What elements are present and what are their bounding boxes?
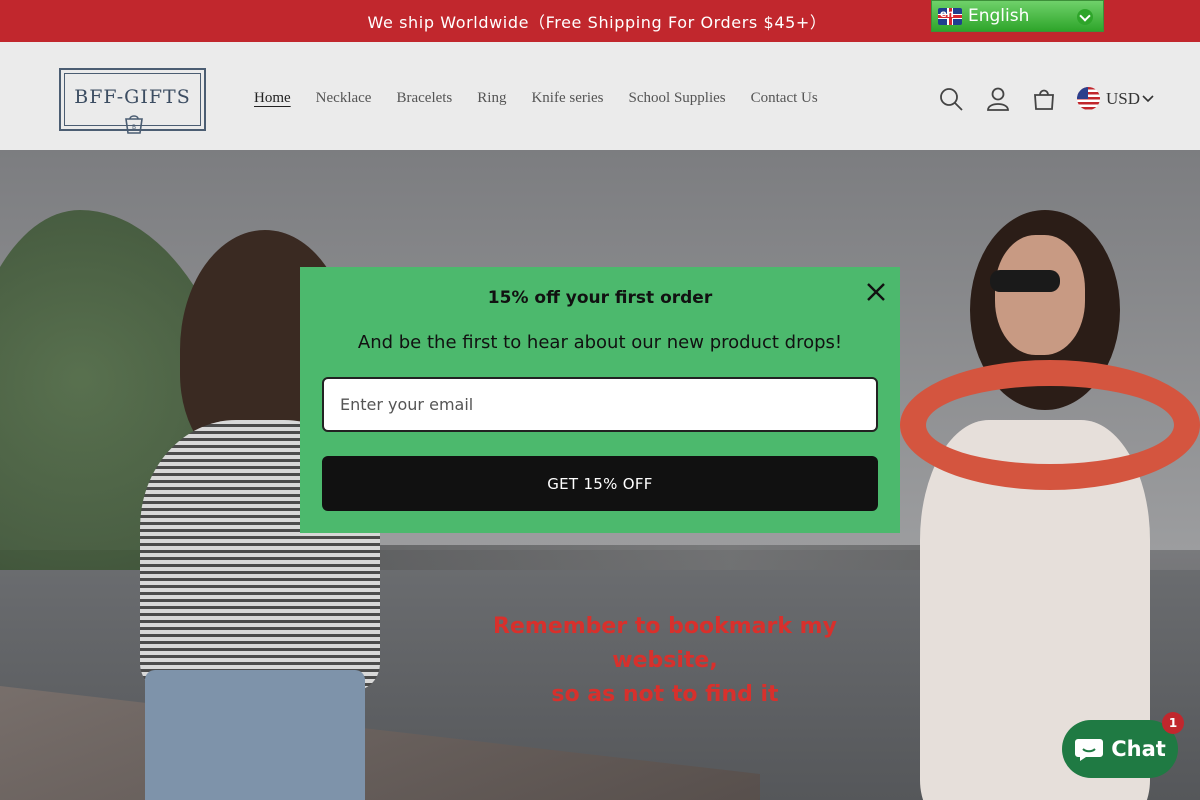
hero-note: Remember to bookmark my website, so as n…: [440, 610, 890, 712]
language-label: English: [968, 6, 1030, 26]
nav-bracelets[interactable]: Bracelets: [396, 90, 452, 107]
popup-title: 15% off your first order: [487, 288, 713, 308]
hero-note-line1: Remember to bookmark my website,: [493, 614, 837, 673]
email-field[interactable]: [322, 377, 878, 432]
nav-home[interactable]: Home: [254, 90, 291, 107]
nav-contact-us[interactable]: Contact Us: [751, 90, 818, 107]
account-icon[interactable]: [985, 86, 1011, 112]
currency-selector[interactable]: USD: [1077, 87, 1154, 110]
chat-bubble-icon: [1075, 739, 1104, 761]
nav-knife-series[interactable]: Knife series: [531, 90, 603, 107]
get-discount-button[interactable]: GET 15% OFF: [322, 456, 878, 511]
svg-text:B: B: [132, 124, 136, 131]
nav-necklace[interactable]: Necklace: [316, 90, 372, 107]
cart-icon[interactable]: [1031, 86, 1057, 112]
logo-text: BFF-GIFTS: [74, 86, 191, 108]
currency-label: USD: [1106, 88, 1141, 108]
announcement-text: We ship Worldwide（Free Shipping For Orde…: [367, 13, 827, 32]
uk-flag-icon: en: [938, 7, 962, 25]
close-icon[interactable]: [863, 279, 889, 305]
hero-person-right: [880, 200, 1200, 800]
main-navigation: Home Necklace Bracelets Ring Knife serie…: [254, 90, 843, 107]
site-logo[interactable]: BFF-GIFTS B: [59, 68, 206, 134]
search-icon[interactable]: [938, 86, 964, 112]
gift-bag-icon: B: [125, 115, 143, 134]
us-flag-icon: [1077, 87, 1100, 110]
hero-note-line2: so as not to find it: [551, 682, 779, 707]
chevron-down-icon: [1077, 9, 1093, 25]
language-selector[interactable]: en English: [931, 0, 1104, 32]
chat-label: Chat: [1111, 737, 1166, 761]
chat-button[interactable]: Chat: [1062, 720, 1178, 778]
discount-popup: 15% off your first order And be the firs…: [300, 267, 900, 533]
chat-notification-badge: 1: [1162, 712, 1184, 734]
chevron-down-icon: [1142, 94, 1154, 102]
popup-subtitle: And be the first to hear about our new p…: [357, 332, 843, 353]
nav-ring[interactable]: Ring: [477, 90, 506, 107]
site-header: BFF-GIFTS B Home Necklace Bracelets Ring…: [0, 42, 1200, 150]
nav-school-supplies[interactable]: School Supplies: [629, 90, 726, 107]
